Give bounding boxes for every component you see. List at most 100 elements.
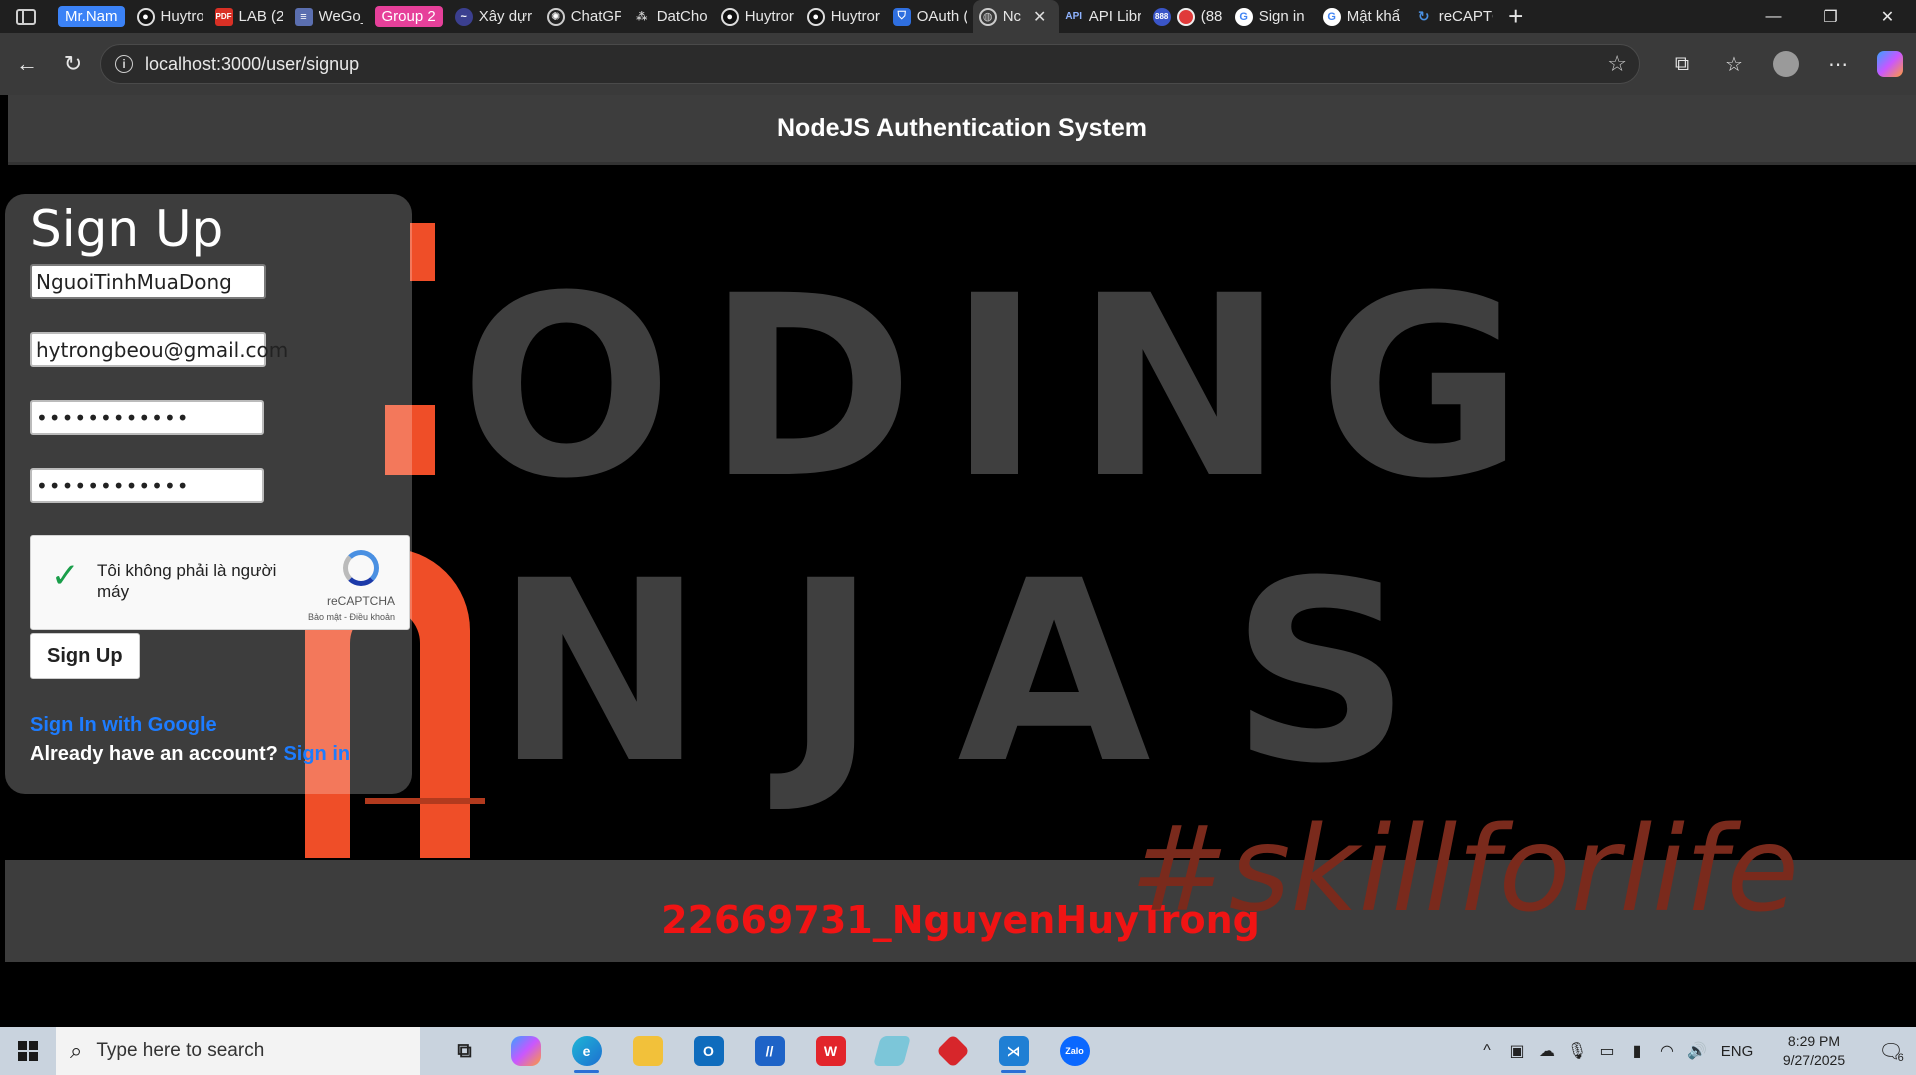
tab-github-3[interactable]: ● Huytror <box>801 0 887 33</box>
tab-api-library[interactable]: API API Libr <box>1059 0 1147 33</box>
web-page: NodeJS Authentication System ODING NJAS … <box>0 95 1916 1027</box>
microphone-icon[interactable]: 🎙 <box>1562 1041 1592 1061</box>
tab-wego-doc[interactable]: ≡ WeGo_u <box>289 0 369 33</box>
app-header: NodeJS Authentication System <box>8 95 1916 165</box>
meet-icon[interactable]: ▣ <box>1502 1041 1532 1061</box>
wps-office-button[interactable]: W <box>800 1027 861 1075</box>
app-icon: 888 <box>1152 7 1171 26</box>
clock-date: 9/27/2025 <box>1782 1052 1846 1068</box>
url-text[interactable]: localhost:3000/user/signup <box>145 54 359 75</box>
close-window-button[interactable]: ✕ <box>1859 0 1916 33</box>
tab-recording[interactable]: 888 (88 <box>1147 0 1229 33</box>
app-icon: ~ <box>454 7 473 26</box>
app-title: NodeJS Authentication System <box>777 114 1147 142</box>
signup-card: Sign Up NguoiTinhMuaDong hytrongbeou@gma… <box>5 194 412 794</box>
tab-github-2[interactable]: ● Huytror <box>715 0 801 33</box>
git-app-button[interactable] <box>922 1027 983 1075</box>
address-bar[interactable]: i localhost:3000/user/signup ☆ <box>100 44 1640 84</box>
recaptcha-terms-link[interactable]: Bảo mật - Điều khoản <box>308 612 395 622</box>
tab-datcho[interactable]: ⁂ DatCho <box>627 0 715 33</box>
zalo-button[interactable]: Zalo <box>1044 1027 1105 1075</box>
notes-app-button[interactable] <box>861 1027 922 1075</box>
back-button[interactable]: ← <box>4 44 50 84</box>
tab-recaptcha[interactable]: ↻ reCAPTC <box>1409 0 1499 33</box>
maximize-button[interactable]: ❐ <box>1802 0 1859 33</box>
email-input[interactable]: hytrongbeou@gmail.com <box>30 332 288 367</box>
folder-icon <box>632 1036 663 1066</box>
more-menu-icon[interactable]: ⋯ <box>1812 52 1864 77</box>
tab-label: Sign in <box>1258 8 1305 25</box>
tab-group-mrnam[interactable]: Mr.Nam <box>52 0 131 33</box>
pen-app-button[interactable]: // <box>739 1027 800 1075</box>
tab-group-2[interactable]: Group 2 <box>369 0 449 33</box>
google-icon: G <box>1322 7 1341 26</box>
start-button[interactable] <box>0 1027 56 1075</box>
tab-label: (88 <box>1200 8 1223 25</box>
volume-icon[interactable]: 🔊 <box>1682 1041 1712 1061</box>
site-info-icon[interactable]: i <box>115 55 133 73</box>
taskbar-search[interactable]: ⌕ Type here to search <box>56 1027 420 1075</box>
reload-button[interactable]: ↻ <box>50 44 96 84</box>
tab-chatgpt[interactable]: ✺ ChatGP <box>541 0 627 33</box>
ninja-logo-shape <box>410 223 435 281</box>
search-icon: ⌕ <box>70 1038 83 1063</box>
confirm-password-input[interactable]: •••••••••••• <box>30 468 264 503</box>
background-word-coding: ODING <box>460 242 1558 533</box>
tab-active-nodejs[interactable]: ◍ Nc ✕ <box>972 0 1059 33</box>
tab-google-signin[interactable]: G Sign in <box>1229 0 1317 33</box>
signin-link[interactable]: Sign in <box>283 743 350 765</box>
chatgpt-icon: ✺ <box>546 7 565 26</box>
tab-bar: Mr.Nam ● Huytror PDF LAB (2). ≡ WeGo_u G… <box>0 0 1916 33</box>
profile-avatar[interactable] <box>1773 51 1799 77</box>
clock[interactable]: 8:29 PM 9/27/2025 <box>1762 1032 1866 1070</box>
github-icon: ● <box>136 7 155 26</box>
tab-label: reCAPTC <box>1438 8 1493 25</box>
vscode-button[interactable]: ⋊ <box>983 1027 1044 1075</box>
close-tab-icon[interactable]: ✕ <box>1033 7 1046 27</box>
tab-label: WeGo_u <box>318 8 363 25</box>
edge-taskbar-button[interactable]: e <box>556 1027 617 1075</box>
favorites-icon[interactable]: ☆ <box>1708 52 1760 77</box>
doc-icon: ≡ <box>294 7 313 26</box>
checkmark-icon[interactable]: ✓ <box>51 558 87 594</box>
api-icon: API <box>1065 11 1083 22</box>
notification-count: 6 <box>1897 1052 1904 1064</box>
minimize-button[interactable]: — <box>1745 0 1802 33</box>
tab-oauth[interactable]: ⛉ OAuth ( <box>887 0 973 33</box>
recaptcha-icon: ↻ <box>1417 8 1430 24</box>
onedrive-icon[interactable]: ☁ <box>1532 1041 1562 1061</box>
username-input[interactable]: NguoiTinhMuaDong <box>30 264 266 299</box>
pdf-icon: PDF <box>214 7 233 26</box>
tab-label: ChatGP <box>570 8 621 25</box>
github-icon: ● <box>806 7 825 26</box>
language-indicator[interactable]: ENG <box>1712 1043 1762 1060</box>
new-tab-button[interactable]: + <box>1499 1 1533 32</box>
wps-icon: W <box>815 1036 846 1066</box>
favorite-star-icon[interactable]: ☆ <box>1607 51 1627 77</box>
battery-icon[interactable]: ▮ <box>1622 1041 1652 1061</box>
wifi-icon[interactable]: ◠ <box>1652 1041 1682 1061</box>
task-view-button[interactable]: ⧉ <box>434 1027 495 1075</box>
file-explorer-button[interactable] <box>617 1027 678 1075</box>
google-signin-link[interactable]: Sign In with Google <box>30 714 387 737</box>
task-view-icon: ⧉ <box>457 1039 472 1062</box>
tab-xay-dung[interactable]: ~ Xây dựr <box>449 0 541 33</box>
tab-google-password[interactable]: G Mật khẩ <box>1317 0 1409 33</box>
display-icon[interactable]: ▭ <box>1592 1041 1622 1061</box>
outlook-button[interactable]: O <box>678 1027 739 1075</box>
copilot-icon[interactable] <box>1877 51 1903 77</box>
password-input[interactable]: •••••••••••• <box>30 400 264 435</box>
tab-label: OAuth ( <box>916 8 967 25</box>
windows-taskbar: ⌕ Type here to search ⧉ e O // W ⋊ Zalo … <box>0 1027 1916 1075</box>
recaptcha-widget[interactable]: ✓ Tôi không phải là người máy reCAPTCHA … <box>30 535 410 630</box>
extensions-icon[interactable]: ⧉ <box>1656 53 1708 76</box>
notification-button[interactable]: 🗨 6 <box>1866 1027 1916 1075</box>
tab-lab-pdf[interactable]: PDF LAB (2). <box>209 0 289 33</box>
github-icon: ● <box>720 7 739 26</box>
show-hidden-icons[interactable]: ^ <box>1472 1042 1502 1060</box>
tab-actions-button[interactable] <box>0 0 52 33</box>
tab-github-1[interactable]: ● Huytror <box>131 0 209 33</box>
tab-label: API Libr <box>1088 8 1141 25</box>
copilot-taskbar-button[interactable] <box>495 1027 556 1075</box>
signup-button[interactable]: Sign Up <box>30 633 140 679</box>
